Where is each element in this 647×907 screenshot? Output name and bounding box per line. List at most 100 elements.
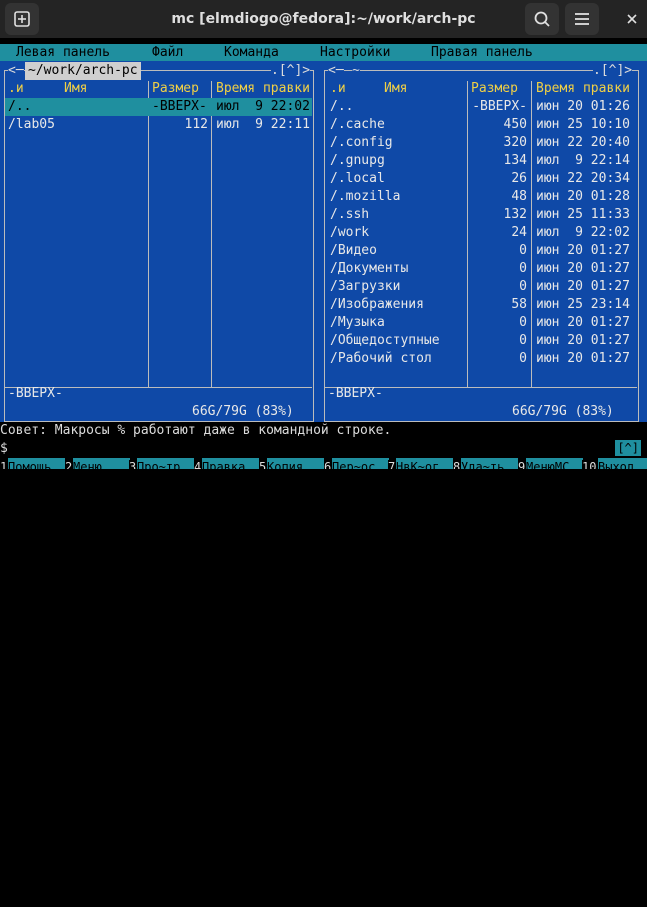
panels-area: <─ ~/work/arch-pc .[^]> .и Имя Размер Вр… bbox=[0, 61, 647, 422]
hint-line: Совет: Макросы % работают даже в командн… bbox=[0, 423, 392, 438]
left-row-0-time: июл 9 22:02 bbox=[216, 99, 310, 114]
fkey-8-number: 8 bbox=[453, 460, 461, 469]
fkey-3-label: Про~тр bbox=[137, 458, 194, 469]
right-row-4-time: июн 22 20:34 bbox=[536, 171, 630, 186]
right-row-6-name[interactable]: /.ssh bbox=[330, 206, 369, 224]
right-row-7-name[interactable]: /work bbox=[330, 224, 369, 242]
close-icon bbox=[627, 14, 637, 24]
menu-right-panel[interactable]: Правая панель bbox=[431, 44, 533, 61]
command-history-button[interactable]: [^] bbox=[615, 440, 641, 456]
right-row-10-name[interactable]: /Загрузки bbox=[330, 278, 400, 296]
right-row-9-name[interactable]: /Документы bbox=[330, 260, 408, 278]
fkey-5-number: 5 bbox=[259, 460, 267, 469]
left-row-0-name[interactable]: /.. bbox=[8, 98, 31, 116]
left-col-sep-1 bbox=[148, 81, 149, 387]
right-disk-usage: 66G/79G (83%) bbox=[512, 403, 614, 421]
right-row-14-size: 0 bbox=[519, 351, 527, 366]
fkey-3-number: 3 bbox=[129, 460, 137, 469]
menu-command[interactable]: Команда bbox=[224, 44, 279, 61]
left-row-1-name[interactable]: /lab05 bbox=[8, 116, 55, 134]
search-button[interactable] bbox=[525, 3, 559, 35]
hamburger-menu-icon bbox=[575, 13, 589, 25]
right-row-9-size: 0 bbox=[519, 261, 527, 276]
command-prompt[interactable]: $ bbox=[0, 440, 647, 458]
right-row-2-time: июн 22 20:40 bbox=[536, 135, 630, 150]
fkey-1-number: 1 bbox=[0, 460, 8, 469]
right-row-5-size: 48 bbox=[511, 189, 527, 204]
search-icon bbox=[534, 11, 550, 27]
fkey-9-number: 9 bbox=[518, 460, 526, 469]
right-row-14-name[interactable]: /Рабочий стол bbox=[330, 350, 432, 368]
right-row-9-time: июн 20 01:27 bbox=[536, 261, 630, 276]
right-panel-corner[interactable]: .[^]> bbox=[593, 62, 633, 80]
right-row-1-name[interactable]: /.cache bbox=[330, 116, 385, 134]
right-row-1-size: 450 bbox=[503, 117, 527, 132]
function-key-bar: 1 Помощь 2 Меню 3 Про~тр 4 Правка 5 Копия 6 Пер~ос 7… bbox=[0, 458, 647, 469]
left-header-time[interactable]: Время правки bbox=[216, 80, 310, 98]
right-row-2-name[interactable]: /.config bbox=[330, 134, 393, 152]
right-panel-left-arrows: <─ bbox=[328, 62, 344, 80]
fkey-4[interactable]: 4 Правка bbox=[194, 458, 259, 469]
right-row-7-size: 24 bbox=[511, 225, 527, 240]
left-header-n[interactable]: .и bbox=[8, 80, 24, 98]
right-row-8-name[interactable]: /Видео bbox=[330, 242, 377, 260]
right-col-sep-1 bbox=[467, 81, 468, 387]
fkey-9-label: МенюМС bbox=[526, 458, 583, 469]
fkey-2-label: Меню bbox=[73, 458, 130, 469]
close-button[interactable] bbox=[616, 3, 647, 35]
right-header-n[interactable]: .и bbox=[330, 80, 346, 98]
left-panel-path[interactable]: ~/work/arch-pc bbox=[25, 62, 141, 80]
right-row-3-name[interactable]: /.gnupg bbox=[330, 152, 385, 170]
left-col-sep-2 bbox=[211, 81, 212, 387]
right-row-8-time: июн 20 01:27 bbox=[536, 243, 630, 258]
left-row-1-size: 112 bbox=[184, 117, 208, 132]
window-titlebar: mc [elmdiogo@fedora]:~/work/arch-pc bbox=[0, 0, 647, 38]
right-mini-status: -ВВЕРХ- bbox=[328, 386, 383, 401]
fkey-6-number: 6 bbox=[324, 460, 332, 469]
right-row-0-name[interactable]: /.. bbox=[330, 98, 353, 116]
fkey-9[interactable]: 9 МенюМС bbox=[518, 458, 583, 469]
left-header-size[interactable]: Размер bbox=[152, 80, 199, 98]
left-header-name[interactable]: Имя bbox=[64, 80, 87, 98]
fkey-1-label: Помощь bbox=[8, 458, 65, 469]
right-header-size[interactable]: Размер bbox=[471, 80, 518, 98]
right-panel-path[interactable]: ~ bbox=[352, 62, 360, 80]
fkey-6-label: Пер~ос bbox=[332, 458, 389, 469]
right-row-11-name[interactable]: /Изображения bbox=[330, 296, 424, 314]
left-disk-usage: 66G/79G (83%) bbox=[192, 403, 294, 421]
right-row-2-size: 320 bbox=[503, 135, 527, 150]
right-row-12-time: июн 20 01:27 bbox=[536, 315, 630, 330]
fkey-6[interactable]: 6 Пер~ос bbox=[324, 458, 389, 469]
menu-left-panel[interactable]: Левая панель bbox=[16, 44, 110, 61]
fkey-8[interactable]: 8 Уда~ть bbox=[453, 458, 518, 469]
fkey-3[interactable]: 3 Про~тр bbox=[129, 458, 194, 469]
fkey-10-label: Выход bbox=[598, 458, 647, 469]
right-row-4-name[interactable]: /.local bbox=[330, 170, 385, 188]
fkey-4-number: 4 bbox=[194, 460, 202, 469]
right-row-12-name[interactable]: /Музыка bbox=[330, 314, 385, 332]
fkey-7[interactable]: 7 НвК~ог bbox=[388, 458, 453, 469]
fkey-10[interactable]: 10 Выход bbox=[582, 458, 647, 469]
fkey-10-number: 10 bbox=[582, 460, 597, 469]
right-row-13-name[interactable]: /Общедоступные bbox=[330, 332, 440, 350]
right-row-10-time: июн 20 01:27 bbox=[536, 279, 630, 294]
menu-file[interactable]: Файл bbox=[152, 44, 183, 61]
fkey-1[interactable]: 1 Помощь bbox=[0, 458, 65, 469]
right-row-7-time: июл 9 22:02 bbox=[536, 225, 630, 240]
left-panel-corner[interactable]: .[^]> bbox=[271, 62, 311, 80]
fkey-8-label: Уда~ть bbox=[461, 458, 518, 469]
menu-button[interactable] bbox=[565, 3, 599, 35]
right-row-6-size: 132 bbox=[503, 207, 527, 222]
right-row-1-time: июн 25 10:10 bbox=[536, 117, 630, 132]
fkey-2[interactable]: 2 Меню bbox=[65, 458, 130, 469]
left-row-0-size: -ВВЕРХ- bbox=[152, 99, 207, 114]
right-row-5-name[interactable]: /.mozilla bbox=[330, 188, 400, 206]
right-row-11-time: июн 25 23:14 bbox=[536, 297, 630, 312]
fkey-4-label: Правка bbox=[202, 458, 259, 469]
fkey-5[interactable]: 5 Копия bbox=[259, 458, 324, 469]
right-row-3-time: июл 9 22:14 bbox=[536, 153, 630, 168]
right-header-time[interactable]: Время правки bbox=[536, 80, 630, 98]
right-header-name[interactable]: Имя bbox=[384, 80, 407, 98]
right-col-sep-2 bbox=[531, 81, 532, 387]
menu-settings[interactable]: Настройки bbox=[320, 44, 390, 61]
